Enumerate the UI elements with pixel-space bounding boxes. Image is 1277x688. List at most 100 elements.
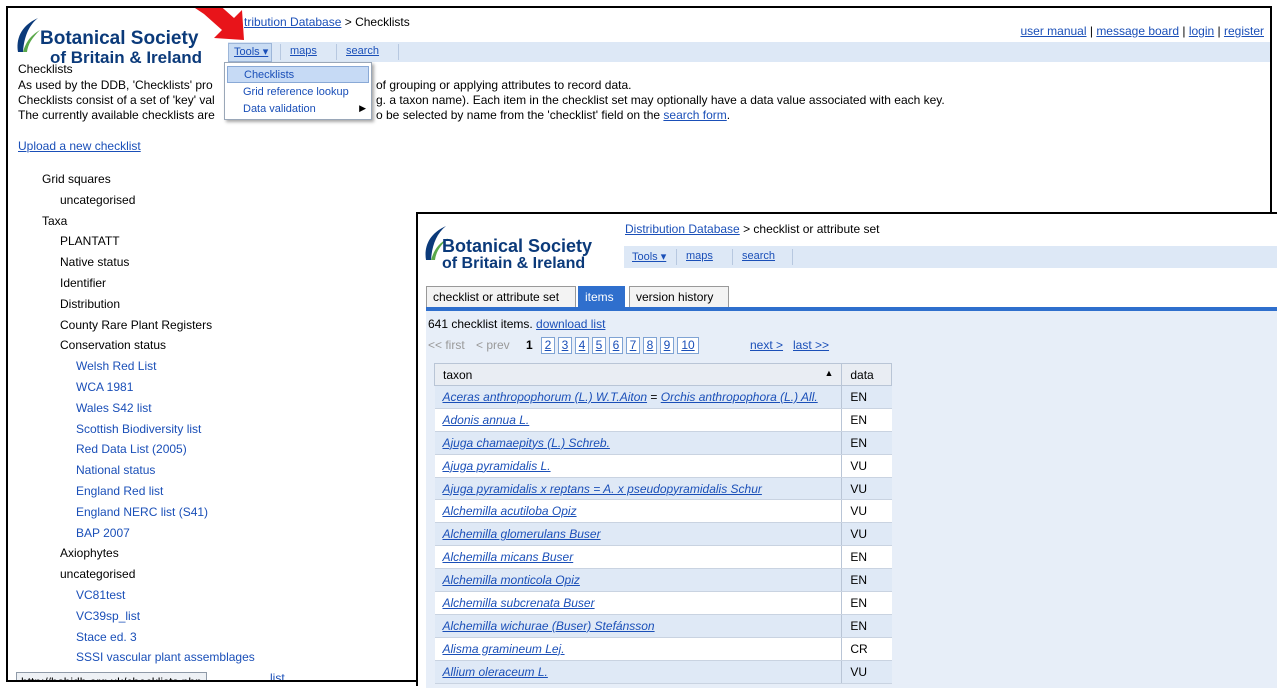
tree-item[interactable]: list bbox=[270, 671, 285, 680]
tools-menu[interactable]: Tools ▾ bbox=[234, 45, 268, 58]
menu-item-checklists[interactable]: Checklists bbox=[227, 66, 369, 83]
table-row: Alchemilla subcrenata Buser EN bbox=[434, 591, 892, 615]
user-manual-link[interactable]: user manual bbox=[1020, 24, 1086, 38]
menu-item-data-validation[interactable]: Data validation bbox=[227, 101, 369, 118]
pager-page-link[interactable]: 10 bbox=[677, 337, 699, 354]
taxon-link[interactable]: Alchemilla monticola Opiz bbox=[443, 573, 580, 587]
data-cell: EN bbox=[841, 431, 892, 455]
search-link[interactable]: search bbox=[742, 250, 775, 262]
taxon-cell: Aceras anthropophorum (L.) W.T.Aiton = O… bbox=[434, 385, 842, 409]
tree-item[interactable]: England NERC list (S41) bbox=[76, 505, 208, 519]
taxon-link[interactable]: Alchemilla wichurae (Buser) Stefánsson bbox=[443, 619, 655, 633]
tree-item[interactable]: Red Data List (2005) bbox=[76, 442, 187, 456]
upload-checklist-link[interactable]: Upload a new checklist bbox=[18, 139, 141, 153]
table-row: Ajuga pyramidalis x reptans = A. x pseud… bbox=[434, 477, 892, 501]
pager-prev: < prev bbox=[476, 338, 510, 352]
tree-item[interactable]: Wales S42 list bbox=[76, 401, 152, 415]
tree-item[interactable]: National status bbox=[76, 463, 155, 477]
menu-item-grid-reference-lookup[interactable]: Grid reference lookup bbox=[227, 84, 369, 101]
top-links: user manual | message board | login | re… bbox=[1020, 24, 1264, 38]
data-cell: EN bbox=[841, 408, 892, 432]
intro-line-3-left: The currently available checklists are bbox=[18, 108, 215, 122]
logo-text-line1: Botanical Society bbox=[442, 236, 593, 256]
tree-item: Grid squares bbox=[42, 172, 111, 186]
login-link[interactable]: login bbox=[1189, 24, 1214, 38]
taxon-link[interactable]: Alchemilla acutiloba Opiz bbox=[443, 504, 577, 518]
table-row: Alchemilla acutiloba Opiz VU bbox=[434, 499, 892, 524]
tree-item[interactable]: VC39sp_list bbox=[76, 609, 140, 623]
taxon-cell: Ajuga chamaepitys (L.) Schreb. bbox=[434, 431, 842, 455]
tree-item[interactable]: Stace ed. 3 bbox=[76, 630, 137, 644]
tree-item[interactable]: SSSI vascular plant assemblages bbox=[76, 650, 255, 664]
taxon-link[interactable]: Ajuga chamaepitys (L.) Schreb. bbox=[443, 436, 610, 450]
data-cell: EN bbox=[841, 591, 892, 615]
table-row: Alchemilla monticola Opiz EN bbox=[434, 568, 892, 593]
pager-page-link[interactable]: 5 bbox=[592, 337, 606, 354]
pager-page-link[interactable]: 4 bbox=[575, 337, 589, 354]
tree-item: uncategorised bbox=[60, 567, 136, 582]
bsbi-logo[interactable]: Botanical Society of Britain & Ireland bbox=[14, 14, 204, 67]
pager-last[interactable]: last >> bbox=[793, 338, 829, 352]
tools-menu[interactable]: Tools ▾ bbox=[632, 250, 666, 263]
toolbar-separator bbox=[398, 44, 399, 60]
pager-page-link[interactable]: 7 bbox=[626, 337, 640, 354]
taxon-link[interactable]: Alchemilla glomerulans Buser bbox=[443, 527, 601, 541]
table-row: Adonis annua L. EN bbox=[434, 408, 892, 432]
tree-item[interactable]: England Red list bbox=[76, 484, 163, 498]
column-header-taxon[interactable]: taxon ▲ bbox=[433, 363, 843, 386]
tree-item: uncategorised bbox=[60, 192, 136, 207]
tab-items[interactable]: items bbox=[578, 286, 625, 308]
taxon-link[interactable]: Aceras anthropophorum (L.) W.T.Aiton bbox=[443, 390, 648, 404]
taxon-link[interactable]: Adonis annua L. bbox=[443, 413, 530, 427]
tree-item[interactable]: VC81test bbox=[76, 588, 125, 602]
pager-page-link[interactable]: 9 bbox=[660, 337, 674, 354]
pager-page-link[interactable]: 8 bbox=[643, 337, 657, 354]
tree-item: Taxa bbox=[42, 213, 68, 228]
download-list-link[interactable]: download list bbox=[536, 317, 605, 331]
taxon-link[interactable]: Allium oleraceum L. bbox=[443, 665, 548, 679]
tree-item[interactable]: Welsh Red List bbox=[76, 359, 156, 373]
tree-item[interactable]: Scottish Biodiversity list bbox=[76, 422, 201, 436]
tools-dropdown-menu: Checklists Grid reference lookup Data va… bbox=[224, 62, 372, 120]
taxon-link[interactable]: Alchemilla subcrenata Buser bbox=[443, 596, 595, 610]
table-row: Ajuga pyramidalis L. VU bbox=[434, 454, 892, 478]
data-cell: VU bbox=[841, 499, 892, 524]
data-cell: EN bbox=[841, 545, 892, 570]
taxon-cell: Adonis annua L. bbox=[434, 408, 842, 432]
tree-item: Identifier bbox=[60, 276, 107, 290]
table-row: Ajuga chamaepitys (L.) Schreb. EN bbox=[434, 431, 892, 455]
tree-item: PLANTATT bbox=[60, 234, 120, 249]
search-form-link[interactable]: search form bbox=[663, 108, 726, 122]
taxon-link[interactable]: Alchemilla micans Buser bbox=[443, 550, 574, 564]
table-row: Alchemilla wichurae (Buser) Stefánsson EN bbox=[434, 614, 892, 638]
toolbar-separator bbox=[336, 44, 337, 60]
taxon-link[interactable]: Ajuga pyramidalis L. bbox=[443, 459, 551, 473]
tree-item[interactable]: WCA 1981 bbox=[76, 380, 133, 394]
intro-line-1-right: of grouping or applying attributes to re… bbox=[376, 78, 632, 92]
register-link[interactable]: register bbox=[1224, 24, 1264, 38]
pager-page-link[interactable]: 6 bbox=[609, 337, 623, 354]
pager-page-link[interactable]: 3 bbox=[558, 337, 572, 354]
message-board-link[interactable]: message board bbox=[1096, 24, 1179, 38]
search-link[interactable]: search bbox=[346, 45, 379, 57]
tree-item: Conservation status bbox=[60, 338, 167, 353]
tab-version-history[interactable]: version history bbox=[629, 286, 729, 308]
leaf-logo-icon bbox=[17, 18, 40, 52]
bsbi-logo[interactable]: Botanical Society of Britain & Ireland bbox=[422, 222, 612, 274]
taxon-cell: Alchemilla micans Buser bbox=[434, 545, 842, 570]
toolbar-separator bbox=[280, 44, 281, 60]
maps-link[interactable]: maps bbox=[686, 250, 713, 262]
pager-next[interactable]: next > bbox=[750, 338, 783, 352]
tree-item[interactable]: BAP 2007 bbox=[76, 526, 130, 540]
table-row: Allium oleraceum L. VU bbox=[434, 660, 892, 684]
maps-link[interactable]: maps bbox=[290, 45, 317, 57]
breadcrumb-link-database[interactable]: Distribution Database bbox=[625, 222, 740, 236]
column-header-data[interactable]: data bbox=[841, 363, 892, 386]
tab-checklist-or-attribute-set[interactable]: checklist or attribute set bbox=[426, 286, 576, 308]
table-row: Alchemilla micans Buser EN bbox=[434, 545, 892, 570]
taxon-link[interactable]: Ajuga pyramidalis x reptans = A. x pseud… bbox=[443, 482, 762, 496]
toolbar: Tools ▾ maps search bbox=[624, 246, 1277, 268]
pager-page-link[interactable]: 2 bbox=[541, 337, 555, 354]
taxon-link[interactable]: Alisma gramineum Lej. bbox=[443, 642, 565, 656]
synonym-link[interactable]: Orchis anthropophora (L.) All. bbox=[661, 390, 818, 404]
